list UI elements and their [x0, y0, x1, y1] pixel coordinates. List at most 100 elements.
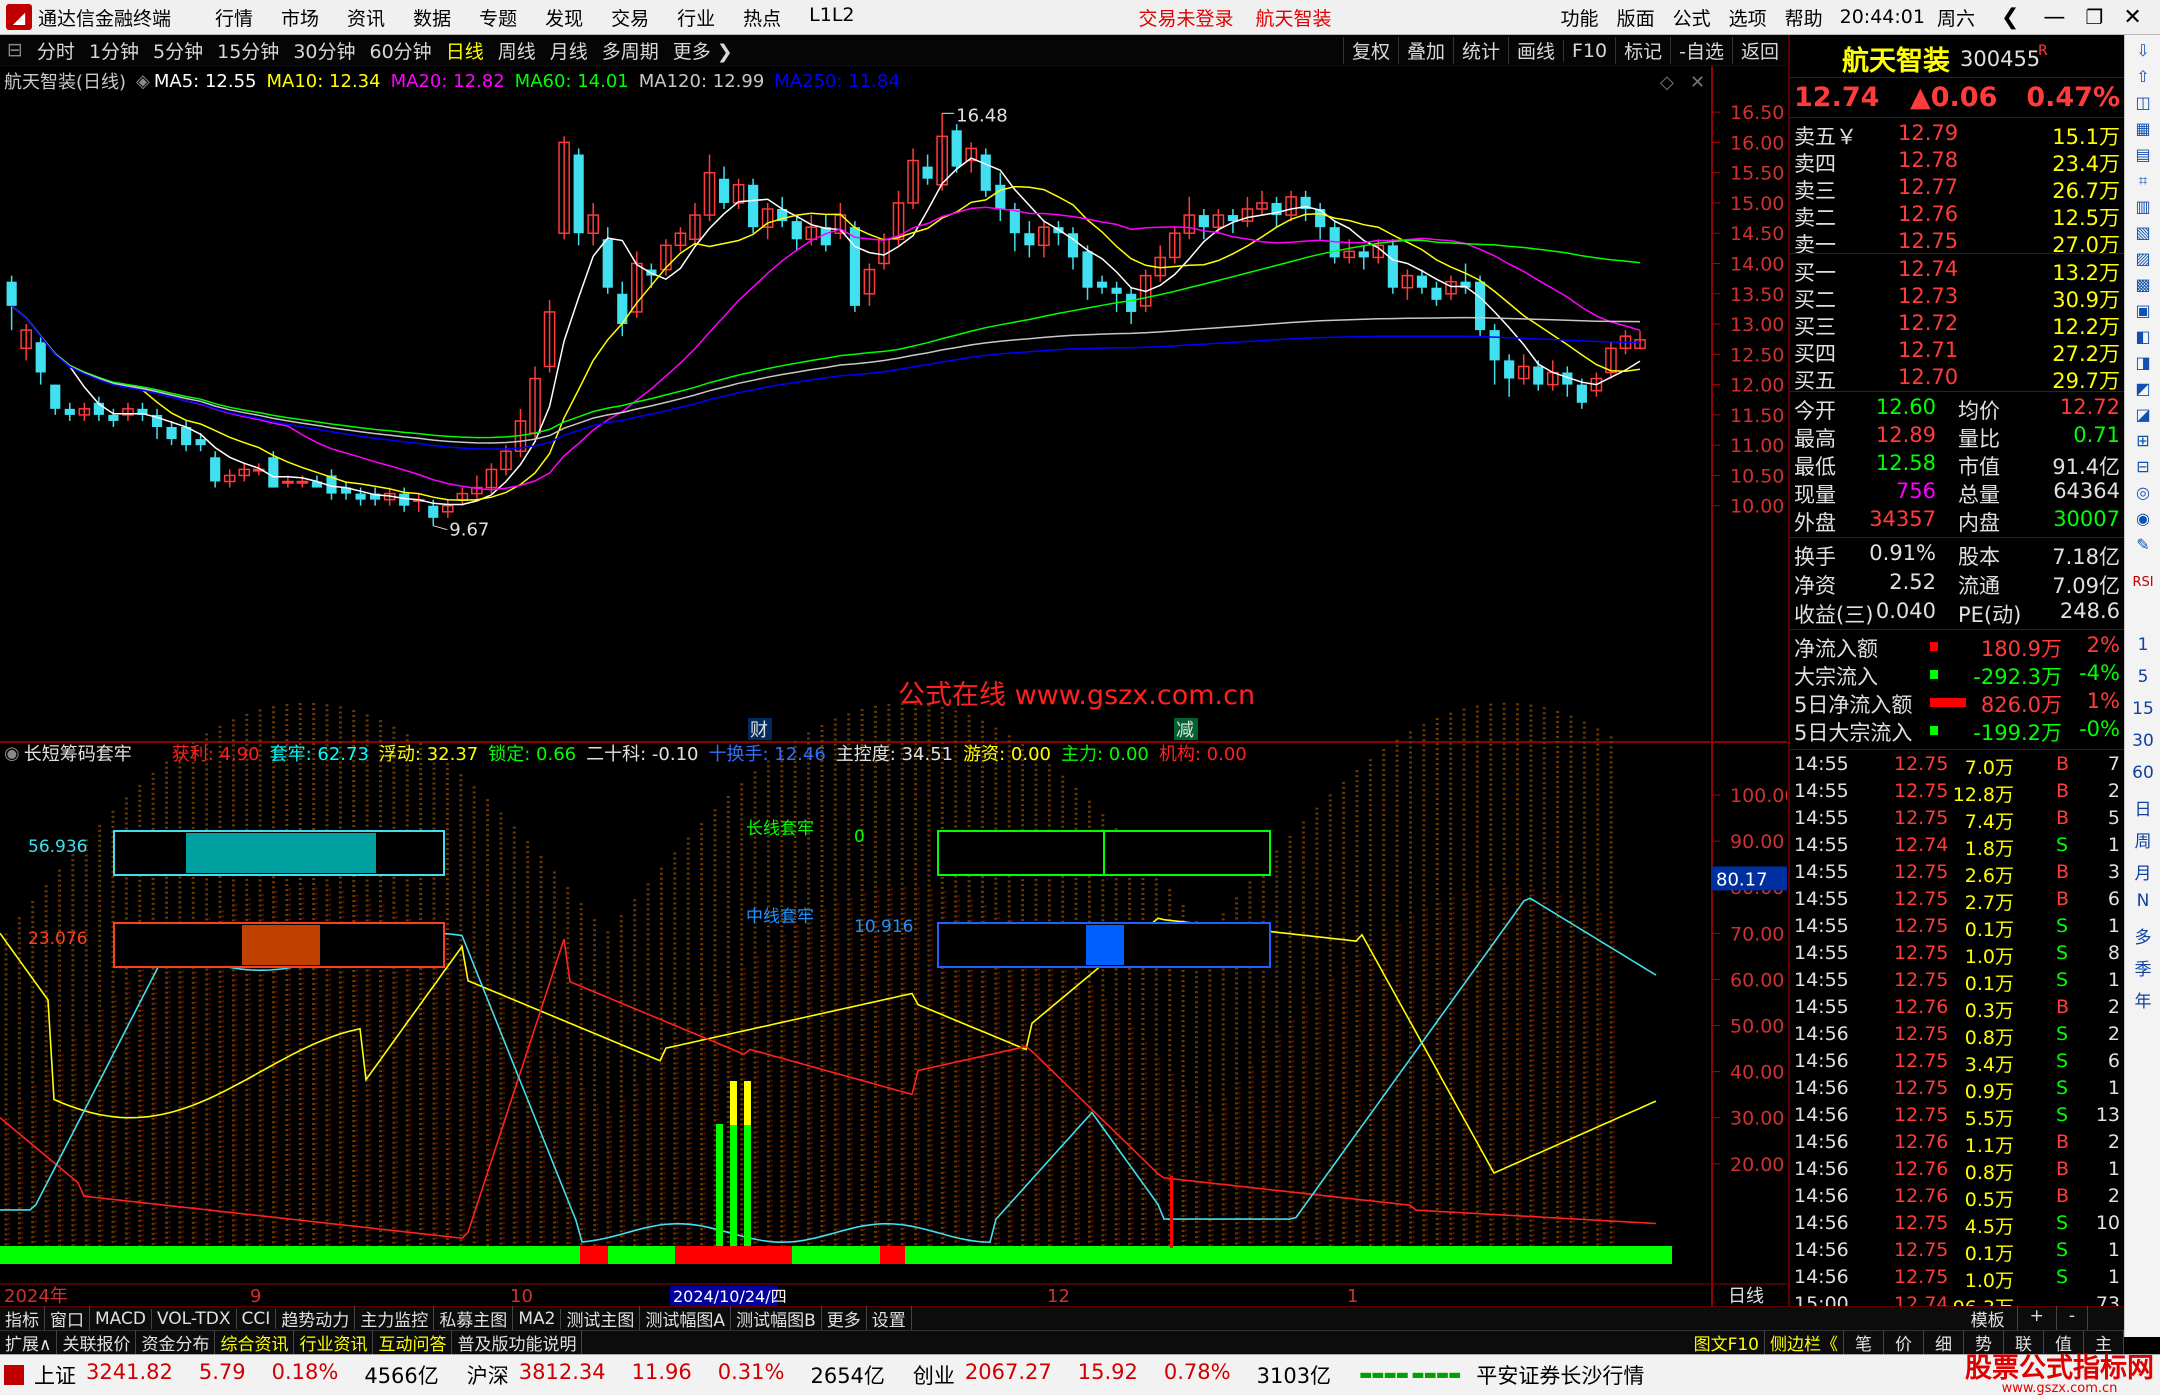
ask-row[interactable]: 卖二 12.76 12.5万: [1790, 202, 2126, 230]
ask-row[interactable]: 卖四 12.78 23.4万: [1790, 148, 2126, 176]
sidebar-period-item[interactable]: 月: [2125, 859, 2160, 884]
menu-item[interactable]: 行业: [677, 4, 715, 31]
bid-row[interactable]: 买五 12.70 29.7万: [1790, 365, 2126, 393]
minimize-icon[interactable]: —: [2043, 5, 2065, 30]
sidebar-period-item[interactable]: 多: [2125, 923, 2160, 948]
sidebar-tool-icon[interactable]: ◨: [2125, 353, 2160, 372]
period-tab[interactable]: 5分钟: [146, 37, 210, 64]
sidebar-tool-icon[interactable]: ▤: [2125, 145, 2160, 164]
indicator-tab[interactable]: 更多: [822, 1306, 867, 1331]
chart-tool-button[interactable]: 返回: [1731, 37, 1787, 64]
sidebar-period-item[interactable]: RSI: [2125, 575, 2160, 590]
sidebar-tool-icon[interactable]: ◩: [2125, 379, 2160, 398]
bid-row[interactable]: 买三 12.72 12.2万: [1790, 311, 2126, 339]
bid-row[interactable]: 买一 12.74 13.2万: [1790, 257, 2126, 285]
indicator-tab[interactable]: 窗口: [45, 1306, 90, 1331]
close-icon[interactable]: ✕: [2123, 5, 2141, 30]
period-tab[interactable]: 1分钟: [82, 37, 146, 64]
indicator-tab[interactable]: 主力监控: [355, 1306, 435, 1331]
sidebar-tool-icon[interactable]: ▦: [2125, 119, 2160, 138]
sidebar-tool-icon[interactable]: ▩: [2125, 275, 2160, 294]
menu-item[interactable]: 数据: [413, 4, 451, 31]
template-button[interactable]: 模板: [1959, 1306, 2018, 1331]
menu-item[interactable]: 功能: [1561, 4, 1599, 31]
indicator-tab[interactable]: 趋势动力: [276, 1306, 356, 1331]
extension-right-button[interactable]: 势: [1964, 1330, 2004, 1355]
chart-canvas[interactable]: 16.50 16.00 15.50 15.00 14.50 14.00 13.50 13.00…: [0, 66, 1787, 1306]
sidebar-tool-icon[interactable]: ▧: [2125, 223, 2160, 242]
chart-tool-button[interactable]: 统计: [1452, 37, 1508, 64]
menu-item[interactable]: 帮助: [1785, 4, 1823, 31]
sidebar-tool-icon[interactable]: ▣: [2125, 301, 2160, 320]
sidebar-period-item[interactable]: 60: [2125, 763, 2160, 783]
period-tab[interactable]: 日线: [439, 37, 491, 64]
menu-item[interactable]: 行情: [215, 4, 253, 31]
sidebar-tool-icon[interactable]: ◪: [2125, 405, 2160, 424]
index-quote[interactable]: 创业 2067.27 15.92 0.78% 3103亿: [913, 1360, 1341, 1390]
period-tab[interactable]: 月线: [543, 37, 595, 64]
menu-item[interactable]: 资讯: [347, 4, 385, 31]
extension-tab[interactable]: 资金分布: [136, 1330, 216, 1355]
sidebar-tool-icon[interactable]: ⇧: [2125, 67, 2160, 86]
login-status[interactable]: 交易未登录: [1139, 4, 1234, 31]
menu-item[interactable]: 热点: [743, 4, 781, 31]
sidebar-tool-icon[interactable]: ◎: [2125, 483, 2160, 502]
extension-tab[interactable]: 行业资讯: [294, 1330, 374, 1355]
sidebar-period-item[interactable]: 1: [2125, 635, 2160, 655]
period-tab[interactable]: 多周期: [595, 37, 666, 64]
indicator-tab[interactable]: 测试主图: [561, 1306, 641, 1331]
period-tab[interactable]: 分时: [30, 37, 82, 64]
sidebar-tool-icon[interactable]: ⌗: [2125, 171, 2160, 191]
bid-row[interactable]: 买二 12.73 30.9万: [1790, 284, 2126, 312]
extension-tab[interactable]: 关联报价: [57, 1330, 137, 1355]
extension-right-button[interactable]: 值: [2044, 1330, 2084, 1355]
menu-item[interactable]: L1L2: [809, 4, 854, 31]
indicator-tab[interactable]: 测试幅图B: [731, 1306, 822, 1331]
sidebar-period-item[interactable]: N: [2125, 891, 2160, 911]
back-icon[interactable]: ❮: [2001, 5, 2019, 30]
chart-tool-button[interactable]: 复权: [1342, 37, 1398, 64]
chart-tool-button[interactable]: F10: [1563, 39, 1615, 62]
indicator-tab[interactable]: 测试幅图A: [640, 1306, 732, 1331]
chart-tool-button[interactable]: -自选: [1670, 37, 1732, 64]
extension-tab[interactable]: 扩展∧: [0, 1330, 58, 1355]
indicator-tab[interactable]: 私募主图: [434, 1306, 514, 1331]
period-tab[interactable]: 60分钟: [363, 37, 439, 64]
settings-icon[interactable]: ◈: [136, 71, 150, 92]
extension-right-button[interactable]: 图文F10: [1689, 1330, 1765, 1355]
extension-tab[interactable]: 互动问答: [373, 1330, 453, 1355]
indicator-tab[interactable]: CCI: [237, 1308, 277, 1329]
chart-tool-button[interactable]: 画线: [1507, 37, 1563, 64]
sidebar-tool-icon[interactable]: ⊞: [2125, 431, 2160, 450]
chart-tool-button[interactable]: 叠加: [1397, 37, 1453, 64]
sidebar-tool-icon[interactable]: ⊟: [2125, 457, 2160, 476]
ask-row[interactable]: 卖一 12.75 27.0万: [1790, 229, 2126, 257]
sidebar-period-item[interactable]: 季: [2125, 955, 2160, 980]
menu-item[interactable]: 版面: [1617, 4, 1655, 31]
extension-right-button[interactable]: 侧边栏《: [1765, 1330, 1844, 1355]
menu-item[interactable]: 公式: [1673, 4, 1711, 31]
indicator-tab[interactable]: MA2: [513, 1308, 562, 1329]
collapse-icon[interactable]: ⊟: [0, 39, 30, 61]
indicator-tab[interactable]: VOL-TDX: [152, 1308, 237, 1329]
period-tab[interactable]: 更多 ❯: [666, 37, 740, 64]
sidebar-tool-icon[interactable]: ◉: [2125, 509, 2160, 528]
sidebar-tool-icon[interactable]: ⇩: [2125, 41, 2160, 60]
ask-row[interactable]: 卖五￥ 12.79 15.1万: [1790, 121, 2126, 149]
extension-right-button[interactable]: 联: [2004, 1330, 2044, 1355]
menu-item[interactable]: 市场: [281, 4, 319, 31]
chart-tool-button[interactable]: 标记: [1615, 37, 1670, 64]
sidebar-period-item[interactable]: 日: [2125, 795, 2160, 820]
menu-item[interactable]: 发现: [545, 4, 583, 31]
extension-right-button[interactable]: 价: [1884, 1330, 1924, 1355]
extension-tab[interactable]: 普及版功能说明: [452, 1330, 583, 1355]
sidebar-period-item[interactable]: 30: [2125, 731, 2160, 751]
sidebar-tool-icon[interactable]: ✎: [2125, 535, 2160, 554]
indicator-tab[interactable]: MACD: [90, 1308, 152, 1329]
index-quote[interactable]: 沪深 3812.34 11.96 0.31% 2654亿: [467, 1360, 895, 1390]
menu-item[interactable]: 选项: [1729, 4, 1767, 31]
ask-row[interactable]: 卖三 12.77 26.7万: [1790, 175, 2126, 203]
sidebar-tool-icon[interactable]: ▨: [2125, 249, 2160, 268]
period-tab[interactable]: 15分钟: [210, 37, 286, 64]
sidebar-period-item[interactable]: 年: [2125, 987, 2160, 1012]
